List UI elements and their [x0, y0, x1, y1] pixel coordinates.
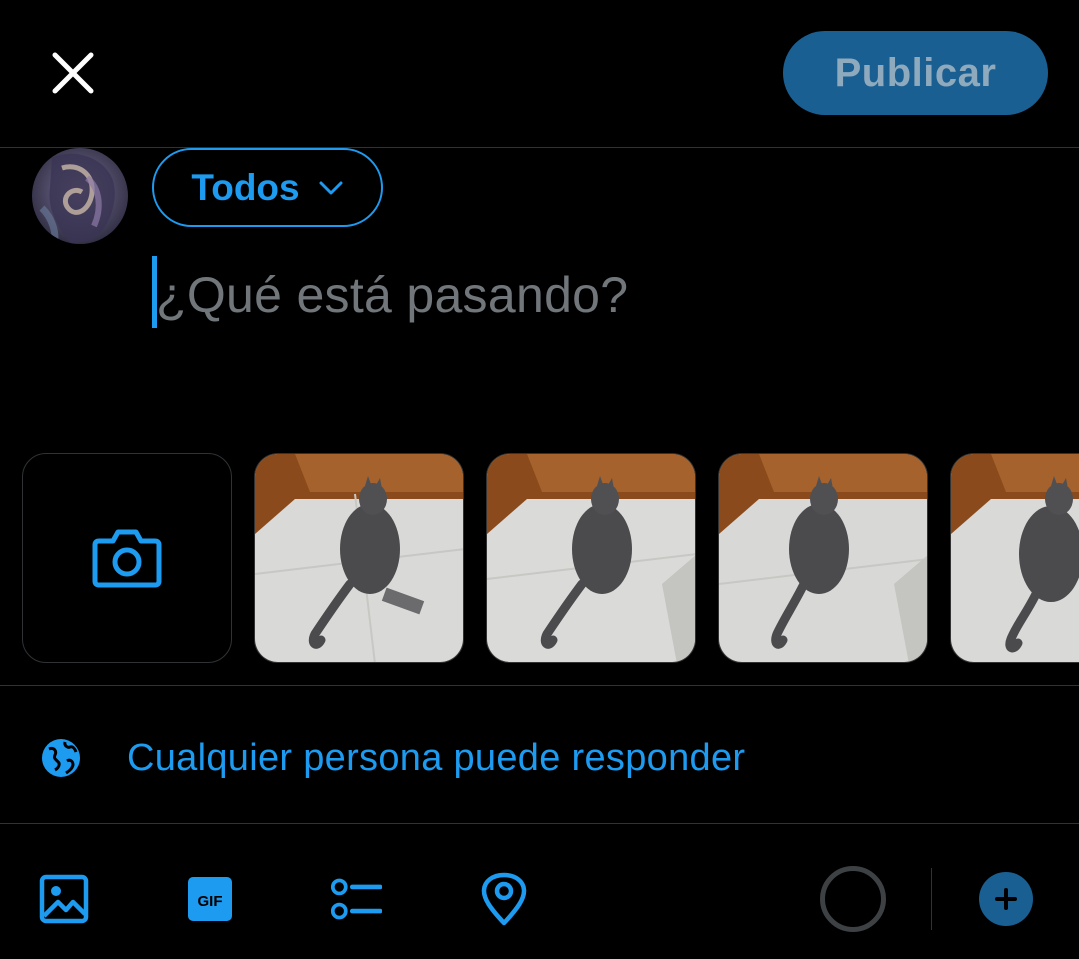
photo-thumbnail[interactable]	[486, 453, 696, 663]
publish-button[interactable]: Publicar	[783, 31, 1048, 115]
divider	[0, 685, 1079, 686]
add-gif-button[interactable]: GIF	[184, 873, 236, 925]
camera-button[interactable]	[22, 453, 232, 663]
close-button[interactable]	[44, 44, 102, 102]
camera-icon	[92, 529, 162, 588]
photo-thumbnail[interactable]	[718, 453, 928, 663]
reply-settings-button[interactable]: Cualquier persona puede responder	[40, 730, 940, 786]
image-icon	[39, 874, 89, 924]
audience-label: Todos	[191, 166, 300, 208]
divider	[0, 147, 1079, 148]
avatar[interactable]	[32, 148, 128, 244]
compose-toolbar: GIF	[0, 824, 1079, 959]
globe-icon	[42, 739, 80, 777]
toolbar-separator	[931, 868, 932, 930]
chevron-down-icon	[319, 181, 343, 194]
compose-field[interactable]: ¿Qué está pasando?	[150, 256, 1030, 336]
plus-icon	[995, 888, 1017, 910]
reply-settings-label: Cualquier persona puede responder	[127, 736, 746, 779]
gif-icon: GIF	[188, 877, 232, 921]
media-picker	[0, 453, 1079, 663]
add-thread-button[interactable]	[979, 872, 1033, 926]
compose-placeholder: ¿Qué está pasando?	[156, 267, 629, 323]
close-icon	[52, 52, 94, 94]
svg-text:GIF: GIF	[198, 893, 223, 910]
audience-selector[interactable]: Todos	[152, 148, 383, 227]
photo-thumbnail[interactable]	[950, 453, 1079, 663]
poll-icon	[330, 878, 382, 920]
location-icon	[481, 872, 527, 926]
add-image-button[interactable]	[38, 873, 90, 925]
top-bar: Publicar	[0, 0, 1079, 148]
character-counter	[820, 866, 886, 932]
add-poll-button[interactable]	[330, 873, 382, 925]
add-location-button[interactable]	[478, 872, 530, 926]
photo-thumbnail[interactable]	[254, 453, 464, 663]
